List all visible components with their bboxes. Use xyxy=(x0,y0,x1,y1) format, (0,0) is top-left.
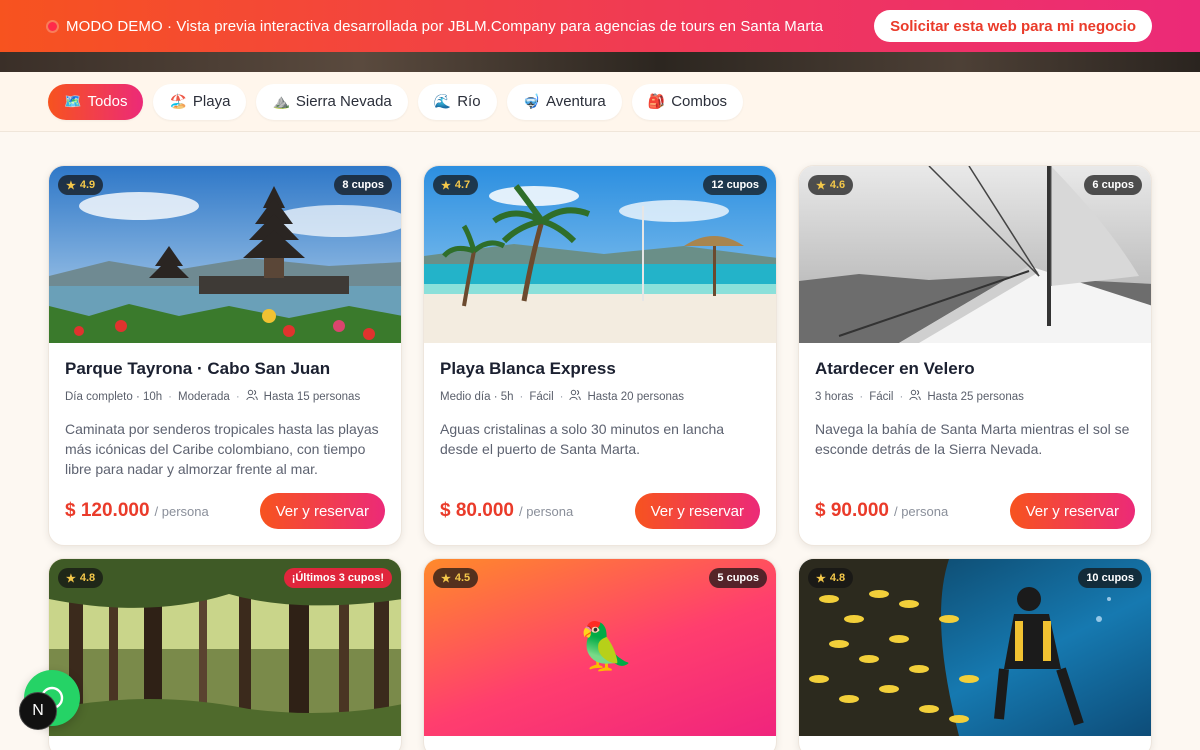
tour-meta: Medio día · 5h · Fácil · Hasta 20 person… xyxy=(440,389,760,404)
tour-card[interactable]: ★ 4.7 12 cupos Playa Blanca Express Medio… xyxy=(423,165,777,546)
rating-value: 4.8 xyxy=(79,572,96,584)
tour-difficulty: Fácil xyxy=(529,390,554,403)
star-icon: ★ xyxy=(66,179,76,192)
tour-title: Playa Blanca Express xyxy=(440,359,616,378)
request-website-button[interactable]: Solicitar esta web para mi negocio xyxy=(874,10,1152,42)
tour-image-temple-lake: ★ 4.9 8 cupos xyxy=(49,166,401,343)
rating-value: 4.8 xyxy=(829,572,846,584)
tour-title: Atardecer en Velero xyxy=(815,359,975,378)
filter-chip-sierra-nevada[interactable]: ⛰️ Sierra Nevada xyxy=(256,83,408,120)
star-icon: ★ xyxy=(816,572,826,585)
filter-chip-label: Sierra Nevada xyxy=(295,93,392,110)
backpack-icon: 🎒 xyxy=(647,93,666,109)
live-dot-icon xyxy=(48,21,57,31)
rating-badge: ★ 4.6 xyxy=(808,175,854,195)
n-badge-button[interactable]: N xyxy=(19,692,57,730)
tour-meta: Día completo · 10h · Moderada · Hasta 15… xyxy=(65,389,385,404)
price-unit: / persona xyxy=(893,503,949,519)
demo-banner: MODO DEMO · Vista previa interactiva des… xyxy=(0,0,1200,52)
tour-card[interactable]: ★ 4.8 10 cupos xyxy=(798,558,1152,750)
tour-group-size: Hasta 25 personas xyxy=(927,390,1024,403)
separator-dot: · xyxy=(899,390,904,403)
tour-group-size: Hasta 20 personas xyxy=(587,390,685,403)
filter-chip-label: Río xyxy=(457,93,481,110)
rating-value: 4.6 xyxy=(829,179,846,191)
map-icon: 🗺️ xyxy=(64,93,82,109)
wave-icon: 🌊 xyxy=(433,93,452,109)
tour-difficulty: Fácil xyxy=(869,390,894,403)
price-unit: / persona xyxy=(518,503,574,519)
availability-badge: 5 cupos xyxy=(709,568,767,588)
filter-chip-aventura[interactable]: 🤿 Aventura xyxy=(506,83,622,120)
filter-chip-label: Combos xyxy=(671,93,728,110)
separator-dot: · xyxy=(235,390,240,403)
filter-chip-todos[interactable]: 🗺️ Todos xyxy=(48,83,144,120)
separator-dot: · xyxy=(168,390,173,403)
rating-badge: ★ 4.9 xyxy=(58,175,104,195)
tour-duration: Medio día · 5h xyxy=(440,390,514,403)
tour-description: Aguas cristalinas a solo 30 minutos en l… xyxy=(440,421,725,457)
hero-image-strip xyxy=(0,52,1200,72)
tour-duration: 3 horas xyxy=(815,390,854,403)
rating-value: 4.5 xyxy=(454,572,471,584)
tour-difficulty: Moderada xyxy=(178,390,230,403)
category-filter-bar: 🗺️ Todos 🏖️ Playa ⛰️ Sierra Nevada 🌊 Río… xyxy=(0,72,1200,132)
star-icon: ★ xyxy=(66,572,76,585)
price-unit: / persona xyxy=(154,503,209,519)
filter-chip-playa[interactable]: 🏖️ Playa xyxy=(153,83,247,120)
star-icon: ★ xyxy=(441,572,451,585)
filter-chip-label: Aventura xyxy=(545,93,606,110)
tour-price: $ 80.000 xyxy=(440,500,514,521)
separator-dot: · xyxy=(859,390,864,403)
book-tour-button[interactable]: Ver y reservar xyxy=(634,493,760,529)
availability-badge: 8 cupos xyxy=(334,175,392,195)
filter-chip-rio[interactable]: 🌊 Río xyxy=(417,83,497,120)
people-icon xyxy=(245,389,258,404)
filter-chip-label: Todos xyxy=(87,93,128,110)
demo-banner-message: MODO DEMO · Vista previa interactiva des… xyxy=(66,17,824,35)
people-icon xyxy=(569,389,582,404)
tour-image-sailboat: ★ 4.6 6 cupos xyxy=(799,166,1151,343)
filter-chip-combos[interactable]: 🎒 Combos xyxy=(631,83,744,120)
people-icon xyxy=(909,389,922,404)
filter-chip-label: Playa xyxy=(192,93,231,110)
rating-badge: ★ 4.8 xyxy=(58,568,104,588)
tour-card[interactable]: ★ 4.6 6 cupos Atardecer en Velero 3 horas… xyxy=(798,165,1152,546)
star-icon: ★ xyxy=(816,179,826,192)
parrot-icon: 🦜 xyxy=(577,620,635,672)
tour-card[interactable]: ★ 4.9 8 cupos Parque Tayrona · Cabo San J… xyxy=(48,165,402,546)
tour-duration: Día completo · 10h xyxy=(65,390,163,403)
separator-dot: · xyxy=(519,390,524,403)
tour-image-parrot: 🦜 ★ 4.5 5 cupos xyxy=(424,559,776,736)
tour-meta: 3 horas · Fácil · Hasta 25 personas xyxy=(815,389,1135,404)
rating-badge: ★ 4.7 xyxy=(433,175,479,195)
rating-value: 4.7 xyxy=(454,179,471,191)
tour-image-beach: ★ 4.7 12 cupos xyxy=(424,166,776,343)
tour-image-forest: ★ 4.8 ¡Últimos 3 cupos! xyxy=(49,559,401,736)
mountain-icon: ⛰️ xyxy=(272,93,290,109)
tour-card[interactable]: 🦜 ★ 4.5 5 cupos xyxy=(423,558,777,750)
tour-price: $ 120.000 xyxy=(65,500,150,521)
tour-card[interactable]: ★ 4.8 ¡Últimos 3 cupos! xyxy=(48,558,402,750)
book-tour-button[interactable]: Ver y reservar xyxy=(259,493,385,529)
availability-badge: 6 cupos xyxy=(1084,175,1142,195)
beach-icon: 🏖️ xyxy=(169,93,187,109)
availability-badge: ¡Últimos 3 cupos! xyxy=(283,568,392,588)
availability-badge: 10 cupos xyxy=(1078,568,1142,588)
star-icon: ★ xyxy=(441,179,451,192)
availability-badge: 12 cupos xyxy=(703,175,767,195)
snorkel-icon: 🤿 xyxy=(522,93,540,109)
tour-description: Navega la bahía de Santa Marta mientras … xyxy=(815,421,1130,457)
rating-value: 4.9 xyxy=(79,179,96,191)
rating-badge: ★ 4.8 xyxy=(808,568,854,588)
tour-group-size: Hasta 15 personas xyxy=(263,390,361,403)
tour-title: Parque Tayrona · Cabo San Juan xyxy=(65,359,331,378)
book-tour-button[interactable]: Ver y reservar xyxy=(1009,493,1135,529)
tour-description: Caminata por senderos tropicales hasta l… xyxy=(65,421,379,477)
rating-badge: ★ 4.5 xyxy=(433,568,479,588)
tour-price: $ 90.000 xyxy=(815,500,889,521)
tour-image-diver: ★ 4.8 10 cupos xyxy=(799,559,1151,736)
separator-dot: · xyxy=(559,390,564,403)
